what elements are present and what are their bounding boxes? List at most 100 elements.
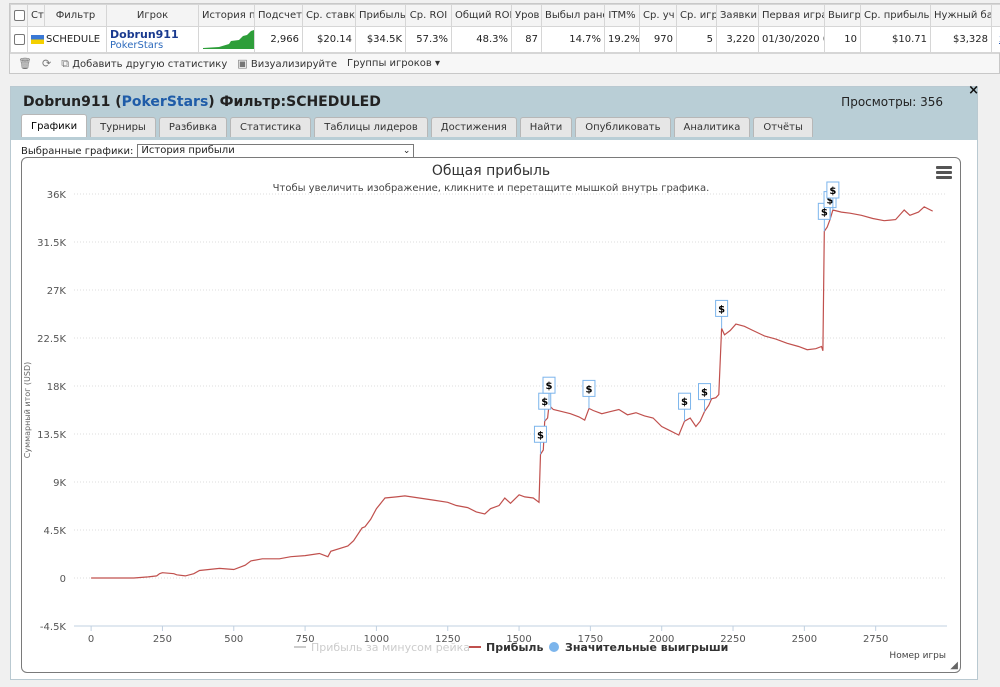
tab-leaderboards[interactable]: Таблицы лидеров [314,117,428,137]
chart-title: Общая прибыль [432,163,550,179]
col-header[interactable]: Игрок [106,4,199,27]
big-win-flag[interactable]: $ [698,383,711,412]
big-win-flag-label: $ [681,397,688,408]
y-tick-label: 18K [47,382,67,393]
player-groups-label: Группы игроков [347,58,432,69]
big-win-flag-label: $ [821,207,828,218]
tab-statistics[interactable]: Статистика [230,117,312,137]
tab-analytics[interactable]: Аналитика [673,117,751,137]
profit-cell: $34.5K [355,26,406,53]
panel-site-link[interactable]: PokerStars [122,94,209,110]
bankroll-cell: $3,328 [930,26,992,53]
col-header[interactable]: Уров [511,4,542,27]
y-tick-label: 0 [60,574,66,585]
resize-handle-icon[interactable]: ◢ [950,660,958,671]
tab-achievements[interactable]: Достижения [430,117,517,137]
total-roi-cell: 48.3% [451,26,512,53]
sparkline-graph [203,30,254,49]
col-header[interactable]: Нужный ба [930,4,992,27]
big-win-flag[interactable]: $ [715,299,729,329]
big-win-flag-label: $ [718,304,725,315]
col-header[interactable]: Общий ROI [451,4,512,27]
chart-menu-icon[interactable] [936,166,952,181]
itm-cell: 19.2% [604,26,640,53]
avg-profit-cell: $10.71 [860,26,931,53]
stats-table-container: Ст Фильтр Игрок История пр Подсчет Ср. с… [9,3,1000,74]
graph-selector-row: Выбранные графики: История прибыли ⌄ [21,144,415,158]
col-header[interactable]: Ср. уч [639,4,677,27]
x-tick-label: 0 [88,634,94,645]
col-header[interactable]: Заявки [716,4,759,27]
legend-item-big-wins: Значительные выигрыши [565,641,728,654]
select-all-checkbox[interactable] [10,4,28,27]
col-header[interactable]: Подсчет [254,4,303,27]
tab-graphs[interactable]: Графики [21,114,88,137]
y-tick-label: 36K [47,190,67,201]
tab-tournaments[interactable]: Турниры [90,117,156,137]
avg-part-cell: 970 [639,26,677,53]
panel-player-name: Dobrun911 [23,94,111,110]
col-header-empty [991,4,1000,27]
player-cell: Dobrun911 PokerStars [106,26,199,53]
col-header[interactable]: Прибыль [355,4,406,27]
visualize-button[interactable]: ▣ Визуализируйте [237,57,337,70]
player-site-link[interactable]: PokerStars [110,40,195,51]
close-icon[interactable]: × [968,83,979,98]
big-win-flag[interactable]: $ [678,392,692,422]
image-icon: ▣ [237,57,248,70]
stats-header-row: Ст Фильтр Игрок История пр Подсчет Ср. с… [10,4,1000,27]
col-header[interactable]: ITM% [604,4,640,27]
player-groups-dropdown[interactable]: Группы игроков ▾ [347,58,440,69]
col-header[interactable]: Выигр [824,4,861,27]
y-tick-label: 31.5K [37,238,66,249]
y-tick-label: 9K [53,478,66,489]
tab-breakdown[interactable]: Разбивка [158,117,228,137]
player-panel: Dobrun911 (PokerStars) Фильтр:SCHEDULED … [10,83,979,680]
y-tick-label: 4.5K [44,526,67,537]
series-line-profit [91,206,933,579]
y-axis-title: Суммарный итог (USD) [23,362,32,459]
player-name-link[interactable]: Dobrun911 [110,29,195,40]
x-tick-label: 2500 [792,634,817,645]
big-win-flag-label: $ [537,430,544,441]
history-sparkline [198,26,255,53]
col-header[interactable]: Первая игра [758,4,825,27]
graph-select[interactable]: История прибыли ⌄ [137,144,415,158]
y-tick-label: -4.5K [40,622,67,633]
tab-publish[interactable]: Опубликовать [575,117,671,137]
filter-name: SCHEDULE [46,34,101,45]
tab-reports[interactable]: Отчёты [753,117,813,137]
trash-icon[interactable]: 🗑 [18,57,32,70]
chevron-down-icon: ⌄ [402,146,411,156]
views-counter: Просмотры: 356 [841,95,943,109]
col-header[interactable]: Ст [27,4,45,27]
wins-cell: 10 [824,26,861,53]
big-win-flag[interactable]: $ [582,379,596,409]
col-header[interactable]: Ср. ставк [302,4,356,27]
y-tick-label: 27K [47,286,67,297]
col-header[interactable]: Ср. прибыль [860,4,931,27]
filter-cell: SCHEDULE [27,26,107,53]
col-header[interactable]: Ср. игр [676,4,717,27]
panel-filter-label: Фильтр:SCHEDULED [219,94,381,110]
y-tick-label: 13.5K [37,430,66,441]
chart-container[interactable]: Общая прибыль Чтобы увеличить изображение… [21,157,961,673]
x-tick-label: 500 [224,634,243,645]
row-checkbox[interactable] [10,26,28,53]
refresh-icon[interactable]: ⟳ [42,57,51,70]
col-header[interactable]: Выбыл рано [541,4,605,27]
graph-select-label: Выбранные графики: [21,145,134,157]
table-row: SCHEDULE Dobrun911 PokerStars 2,966 $20.… [10,26,1000,53]
col-header[interactable]: История пр [198,4,255,27]
col-header[interactable]: Фильтр [44,4,107,27]
big-win-flag[interactable]: $ [533,425,547,455]
big-win-flag-label: $ [585,384,592,395]
copy-icon: ⧉ [61,56,70,70]
add-stat-button[interactable]: ⧉ Добавить другую статистику [61,57,227,71]
col-header[interactable]: Ср. ROI [405,4,452,27]
x-tick-label: 250 [153,634,172,645]
tab-find[interactable]: Найти [519,117,573,137]
graph-select-value: История прибыли [141,145,235,156]
level-cell: 87 [511,26,542,53]
stats-table: Ст Фильтр Игрок История пр Подсчет Ср. с… [10,4,1000,53]
